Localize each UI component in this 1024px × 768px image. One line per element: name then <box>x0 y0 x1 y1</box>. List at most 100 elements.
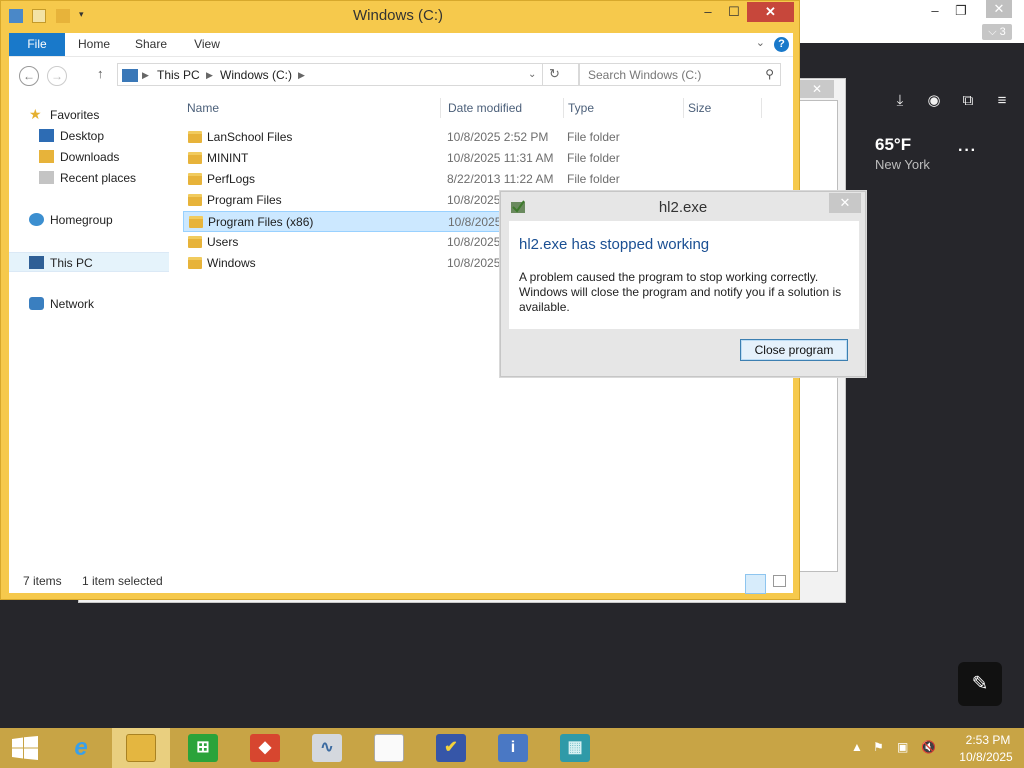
this-pc-icon <box>122 69 138 82</box>
folder-icon <box>188 131 202 143</box>
tab-count: 3 <box>999 26 1006 38</box>
volume-muted-icon[interactable]: 🔇 <box>921 740 936 754</box>
file-explorer-icon <box>126 734 156 762</box>
taskbar-app-shield[interactable]: ✔ <box>422 728 480 768</box>
taskbar-app-grid[interactable]: ▦ <box>546 728 604 768</box>
file-name: PerfLogs <box>207 172 256 186</box>
table-row[interactable]: LanSchool Files 10/8/2025 2:52 PM File f… <box>183 127 775 148</box>
minimize-button[interactable]: – <box>695 2 721 22</box>
tab-view[interactable]: View <box>185 33 229 56</box>
tab-file[interactable]: File <box>9 33 65 56</box>
background-close-button[interactable]: ✕ <box>986 0 1012 18</box>
tab-share[interactable]: Share <box>127 33 175 56</box>
file-date: 10/8/2025 <box>447 193 501 207</box>
column-size[interactable]: Size <box>686 98 762 118</box>
refresh-button[interactable]: ↻ <box>542 63 566 86</box>
taskbar-notepad[interactable] <box>360 728 418 768</box>
maximize-button[interactable]: ☐ <box>721 2 747 22</box>
nav-downloads[interactable]: Downloads <box>9 147 169 167</box>
up-button[interactable]: ↑ <box>97 66 104 81</box>
dialog-message: A problem caused the program to stop wor… <box>519 270 842 314</box>
nav-this-pc[interactable]: This PC <box>9 252 169 272</box>
large-icons-view-icon[interactable] <box>773 575 786 587</box>
file-name: Program Files (x86) <box>208 215 314 229</box>
file-date: 10/8/2025 <box>447 256 501 270</box>
folder-icon <box>188 257 202 269</box>
clock-time[interactable]: 2:53 PM <box>958 733 1018 747</box>
tab-home[interactable]: Home <box>71 33 117 56</box>
app-grid-icon: ▦ <box>560 734 590 762</box>
this-pc-icon <box>29 256 44 269</box>
taskbar-app-info[interactable]: i <box>484 728 542 768</box>
file-name: MININT <box>207 151 249 165</box>
breadcrumb-drive[interactable]: Windows (C:) <box>220 68 292 82</box>
navigation-pane: ★ Favorites Desktop Downloads Recent pla… <box>9 93 177 570</box>
column-headers: Name Date modified Type Size <box>185 98 775 118</box>
status-bar: 7 items 1 item selected <box>9 571 793 594</box>
help-icon[interactable]: ? <box>774 37 789 52</box>
expand-ribbon-icon[interactable]: ⌄ <box>756 36 765 49</box>
extensions-icon[interactable]: ⧉ <box>958 91 978 111</box>
show-hidden-icons[interactable]: ▲ <box>851 740 863 754</box>
restore-icon[interactable]: ❐ <box>948 2 974 20</box>
nav-desktop[interactable]: Desktop <box>9 126 169 146</box>
table-row[interactable]: PerfLogs 8/22/2013 11:22 AM File folder <box>183 169 775 190</box>
download-icon[interactable]: ⤓ <box>890 91 910 111</box>
dialog-close-button[interactable]: ✕ <box>829 193 861 213</box>
taskbar-performance-monitor[interactable]: ∿ <box>298 728 356 768</box>
file-date: 10/8/2025 <box>447 235 501 249</box>
network-tray-icon[interactable]: ▣ <box>897 740 908 754</box>
column-type[interactable]: Type <box>566 98 684 118</box>
start-button[interactable] <box>0 728 58 768</box>
close-button[interactable]: ✕ <box>747 2 794 22</box>
nav-favorites[interactable]: ★ Favorites <box>9 105 169 125</box>
homegroup-icon <box>29 213 44 226</box>
breadcrumb-this-pc[interactable]: This PC <box>157 68 200 82</box>
forward-button[interactable]: → <box>47 66 67 86</box>
weather-more-icon[interactable]: ··· <box>958 142 977 160</box>
file-type: File folder <box>567 172 620 186</box>
dialog-title: hl2.exe <box>658 199 708 216</box>
store-icon: ⊞ <box>188 734 218 762</box>
dialog-heading: hl2.exe has stopped working <box>519 236 710 253</box>
window-title: Windows (C:) <box>352 7 443 24</box>
background-window-close-icon[interactable]: ✕ <box>800 80 834 98</box>
taskbar-app-fox[interactable]: ◆ <box>236 728 294 768</box>
close-program-button[interactable]: Close program <box>740 339 848 361</box>
action-center-flag-icon[interactable]: ⚑ <box>873 740 884 754</box>
tab-count-badge[interactable]: ⌵ 3 <box>982 24 1012 40</box>
taskbar-file-explorer[interactable] <box>112 728 170 768</box>
selection-count: 1 item selected <box>82 574 163 588</box>
nav-homegroup[interactable]: Homegroup <box>9 210 169 230</box>
column-name[interactable]: Name <box>185 98 441 118</box>
search-icon[interactable]: ⚲ <box>765 67 774 81</box>
notepad-icon <box>374 734 404 762</box>
profile-icon[interactable]: ◉ <box>924 91 944 111</box>
search-input[interactable]: Search Windows (C:) ⚲ <box>579 63 781 86</box>
file-date: 10/8/2025 11:31 AM <box>447 151 554 165</box>
nav-network[interactable]: Network <box>9 294 169 314</box>
explorer-titlebar[interactable]: ▾ Windows (C:) – ☐ ✕ <box>1 1 801 31</box>
item-count: 7 items <box>23 574 62 588</box>
details-view-icon[interactable] <box>745 574 766 594</box>
clock-date[interactable]: 10/8/2025 <box>954 750 1018 764</box>
nav-recent-places[interactable]: Recent places <box>9 168 169 188</box>
taskbar-internet-explorer[interactable]: e <box>52 728 110 768</box>
taskbar: e ⊞ ◆ ∿ ✔ i ▦ ▲ ⚑ ▣ 🔇 <box>0 728 1024 768</box>
file-date: 10/8/2025 2:52 PM <box>447 130 549 144</box>
table-row[interactable]: MININT 10/8/2025 11:31 AM File folder <box>183 148 775 169</box>
chevron-right-icon: ▶ <box>142 70 149 80</box>
address-bar[interactable]: ▶ This PC ▶ Windows (C:) ▶ ⌄ <box>117 63 579 86</box>
folder-icon <box>189 216 203 228</box>
app-fox-icon: ◆ <box>250 734 280 762</box>
refresh-icon: ↻ <box>549 66 560 81</box>
minimize-icon[interactable]: – <box>922 2 948 20</box>
menu-icon[interactable]: ≡ <box>992 91 1012 111</box>
column-date-modified[interactable]: Date modified <box>446 98 564 118</box>
back-button[interactable]: ← <box>19 66 39 86</box>
folder-icon <box>188 173 202 185</box>
address-dropdown-icon[interactable]: ⌄ <box>528 69 536 80</box>
edit-pencil-button[interactable]: ✎ <box>958 662 1002 706</box>
taskbar-store[interactable]: ⊞ <box>174 728 232 768</box>
weather-temperature: 65°F <box>875 135 912 154</box>
